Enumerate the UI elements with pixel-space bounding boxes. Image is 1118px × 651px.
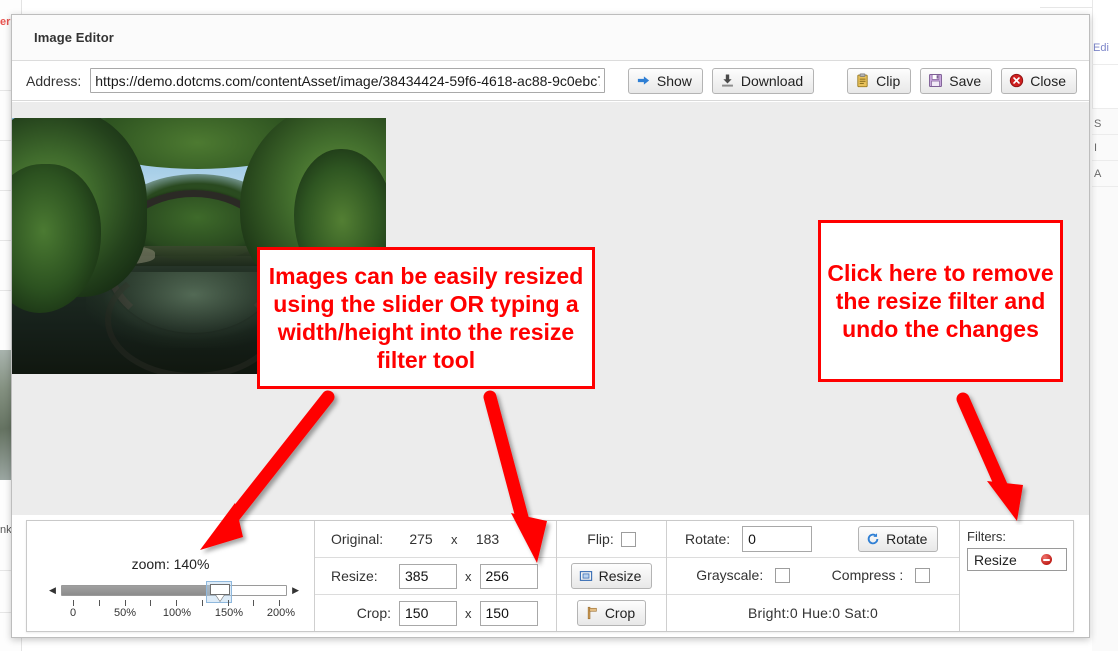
close-button[interactable]: Close — [1001, 68, 1077, 94]
levels-row: Bright:0 Hue:0 Sat:0 — [667, 595, 959, 631]
actions-pane: Flip: Resize — [557, 521, 667, 631]
clip-button[interactable]: Clip — [847, 68, 911, 94]
dialog-titlebar: Image Editor — [12, 15, 1089, 61]
filters-label: Filters: — [967, 529, 1073, 544]
rotate-label: Rotate: — [685, 531, 730, 547]
callout-remove-text: Click here to remove the resize filter a… — [821, 259, 1060, 343]
flip-label: Flip: — [587, 531, 613, 547]
save-button-label: Save — [949, 73, 981, 89]
x-separator: x — [451, 532, 458, 547]
zoom-tick-0: 0 — [70, 607, 76, 619]
callout-resize-instructions: Images can be easily resized using the s… — [257, 247, 595, 389]
floppy-disk-icon — [928, 73, 943, 88]
x-separator: x — [465, 606, 472, 621]
zoom-tick-50: 50% — [114, 607, 136, 619]
grayscale-group: Grayscale: — [696, 567, 789, 585]
background-right-panel — [1092, 108, 1118, 651]
background-divider — [1092, 186, 1118, 187]
download-button-label: Download — [741, 73, 803, 89]
rotate-button-label: Rotate — [886, 531, 927, 547]
compress-checkbox[interactable] — [915, 568, 930, 583]
crop-height-input[interactable] — [480, 601, 538, 626]
compress-group: Compress : — [832, 567, 930, 585]
adjustments-pane: Rotate: Rotate Grayscale: — [667, 521, 960, 631]
background-right-text: I — [1094, 142, 1097, 154]
download-icon — [720, 73, 735, 88]
background-divider — [1092, 64, 1118, 65]
resize-button-label: Resize — [599, 568, 642, 584]
background-divider — [1092, 134, 1118, 135]
download-button[interactable]: Download — [712, 68, 814, 94]
background-edit-link[interactable]: Edi — [1093, 42, 1109, 54]
callout-resize-text: Images can be easily resized using the s… — [260, 262, 592, 374]
x-separator: x — [465, 569, 472, 584]
zoom-tick-200: 200% — [267, 607, 295, 619]
save-button[interactable]: Save — [920, 68, 992, 94]
filter-item-resize[interactable]: Resize — [967, 548, 1067, 571]
toggles-row: Grayscale: Compress : — [667, 558, 959, 595]
slider-increase-icon[interactable]: ▶ — [292, 586, 299, 595]
remove-circle-icon[interactable] — [1041, 554, 1052, 565]
show-button[interactable]: Show — [628, 68, 703, 94]
original-width-value: 275 — [399, 531, 443, 547]
resize-action-cell: Resize — [557, 558, 666, 595]
background-right-text: A — [1094, 168, 1101, 180]
zoom-pane: zoom: 140% ◀ ▶ 0 50% 100% 150% — [27, 521, 315, 631]
close-circle-icon — [1009, 73, 1024, 88]
crop-width-input[interactable] — [399, 601, 457, 626]
zoom-tick-labels: 0 50% 100% 150% 200% — [49, 607, 301, 621]
grayscale-label: Grayscale: — [696, 567, 763, 583]
address-toolbar: Address: Show Download — [12, 61, 1089, 101]
flip-cell: Flip: — [557, 521, 666, 558]
zoom-tick-150: 150% — [215, 607, 243, 619]
crop-label: Crop: — [331, 605, 391, 621]
rotate-button[interactable]: Rotate — [858, 526, 938, 552]
clipboard-icon — [855, 73, 870, 88]
arrow-right-icon — [636, 73, 651, 88]
callout-remove-instructions: Click here to remove the resize filter a… — [818, 220, 1063, 382]
resize-row: Resize: x — [315, 558, 556, 595]
controls-panel: zoom: 140% ◀ ▶ 0 50% 100% 150% — [26, 520, 1074, 632]
levels-readout: Bright:0 Hue:0 Sat:0 — [748, 605, 878, 621]
dialog-title: Image Editor — [34, 30, 114, 45]
resize-height-input[interactable] — [480, 564, 538, 589]
dimensions-pane: Original: 275 x 183 Resize: x Crop: x — [315, 521, 557, 631]
rotate-icon — [866, 532, 880, 546]
rotate-row: Rotate: Rotate — [667, 521, 959, 558]
filters-pane: Filters: Resize — [960, 521, 1073, 631]
grayscale-checkbox[interactable] — [775, 568, 790, 583]
crop-button[interactable]: Crop — [577, 600, 646, 626]
flip-checkbox[interactable] — [621, 532, 636, 547]
show-button-label: Show — [657, 73, 692, 89]
zoom-level-label: zoom: 140% — [27, 556, 314, 572]
resize-button[interactable]: Resize — [571, 563, 653, 589]
filter-name: Resize — [974, 552, 1041, 568]
resize-width-input[interactable] — [399, 564, 457, 589]
background-divider — [1092, 160, 1118, 161]
crop-icon — [585, 606, 599, 620]
resize-label: Resize: — [331, 568, 391, 584]
resize-icon — [579, 569, 593, 583]
address-input[interactable] — [90, 68, 604, 93]
background-right-text: S — [1094, 118, 1101, 130]
crop-button-label: Crop — [605, 605, 635, 621]
original-label: Original: — [331, 531, 391, 547]
compress-label: Compress : — [832, 567, 904, 583]
close-button-label: Close — [1030, 73, 1066, 89]
address-label: Address: — [26, 73, 81, 89]
zoom-slider[interactable]: ◀ ▶ — [49, 583, 299, 597]
original-row: Original: 275 x 183 — [315, 521, 556, 558]
rotate-input[interactable] — [742, 526, 812, 552]
zoom-slider-track[interactable] — [61, 585, 287, 596]
slider-decrease-icon[interactable]: ◀ — [49, 586, 56, 595]
original-height-value: 183 — [466, 531, 510, 547]
background-divider — [1092, 108, 1118, 109]
zoom-slider-fill — [62, 586, 219, 595]
clip-button-label: Clip — [876, 73, 900, 89]
crop-action-cell: Crop — [557, 595, 666, 631]
zoom-tick-100: 100% — [163, 607, 191, 619]
crop-row: Crop: x — [315, 595, 556, 631]
